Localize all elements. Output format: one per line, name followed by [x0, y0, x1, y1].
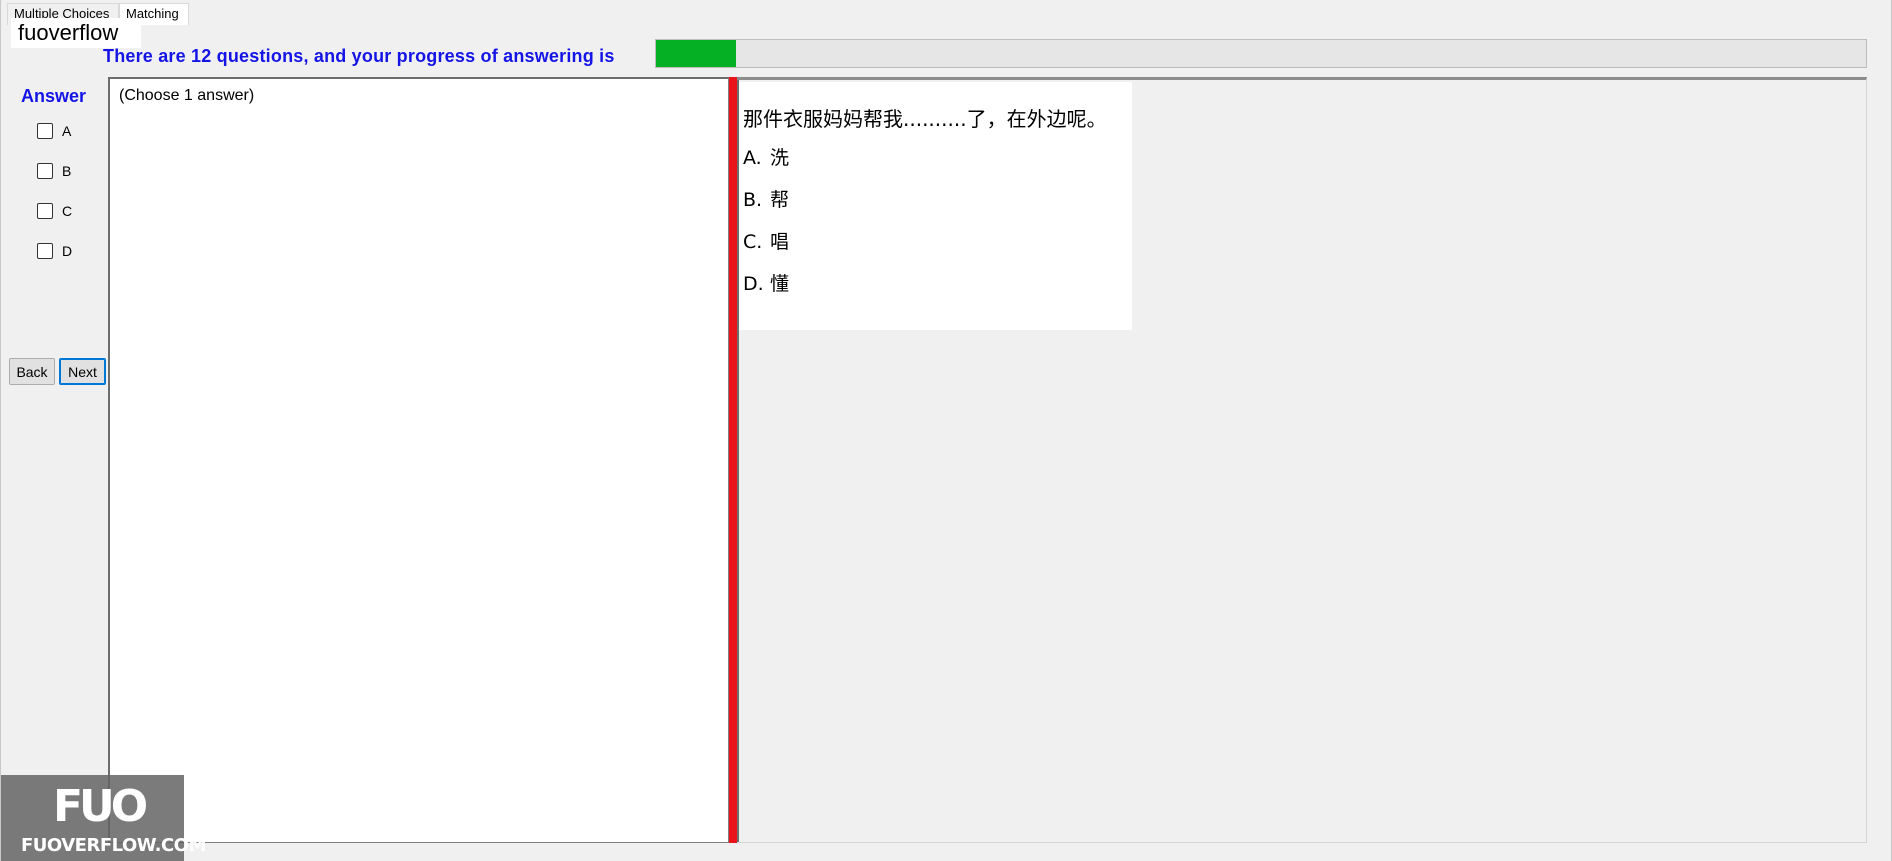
- choice-text-a: 洗: [770, 147, 790, 169]
- checkbox-b[interactable]: [37, 163, 53, 179]
- choose-hint: (Choose 1 answer): [119, 87, 255, 104]
- option-label-c: C: [62, 203, 73, 219]
- choice-text-d: 懂: [770, 273, 790, 295]
- checkbox-a[interactable]: [37, 123, 53, 139]
- question-content: 那件衣服妈妈帮我..........了，在外边呢。 A. 洗 B. 帮 C. 唱 D.…: [739, 82, 1132, 330]
- question-text: 那件衣服妈妈帮我..........了，在外边呢。: [743, 107, 1107, 131]
- option-label-a: A: [62, 123, 72, 139]
- back-button[interactable]: Back: [9, 358, 55, 385]
- answer-option-c[interactable]: C: [37, 201, 72, 221]
- choice-c: C. 唱: [743, 227, 789, 254]
- option-label-d: D: [62, 243, 73, 259]
- progress-bar: [655, 39, 1867, 68]
- next-button[interactable]: Next: [59, 358, 106, 385]
- question-area[interactable]: (Choose 1 answer): [108, 77, 729, 843]
- checkbox-c[interactable]: [37, 203, 53, 219]
- logo-text: FUOVERFLOW.COM: [21, 835, 206, 856]
- choice-letter-c: C.: [743, 231, 763, 253]
- answer-option-a[interactable]: A: [37, 121, 71, 141]
- question-panel: 那件衣服妈妈帮我..........了，在外边呢。 A. 洗 B. 帮 C. 唱 D.…: [737, 77, 1867, 843]
- choice-letter-a: A.: [743, 147, 762, 169]
- option-label-b: B: [62, 163, 72, 179]
- app-window: Multiple Choices Matching fuoverflow The…: [0, 0, 1892, 861]
- logo-mark: FUO: [53, 781, 148, 832]
- watermark-label: fuoverflow: [11, 18, 141, 48]
- choice-text-c: 唱: [770, 231, 790, 253]
- fuoverflow-logo: FUO FUOVERFLOW.COM: [1, 775, 206, 861]
- choice-letter-d: D.: [743, 273, 764, 295]
- checkbox-d[interactable]: [37, 243, 53, 259]
- choice-a: A. 洗: [743, 143, 789, 170]
- progress-fill: [656, 40, 736, 67]
- answer-title: Answer: [21, 86, 87, 106]
- answer-option-b[interactable]: B: [37, 161, 71, 181]
- panel-splitter[interactable]: [729, 77, 737, 843]
- choice-d: D. 懂: [743, 269, 789, 296]
- choice-letter-b: B.: [743, 189, 763, 211]
- choice-b: B. 帮: [743, 185, 789, 212]
- progress-text: There are 12 questions, and your progres…: [103, 46, 615, 66]
- choice-text-b: 帮: [770, 189, 790, 211]
- answer-option-d[interactable]: D: [37, 241, 72, 261]
